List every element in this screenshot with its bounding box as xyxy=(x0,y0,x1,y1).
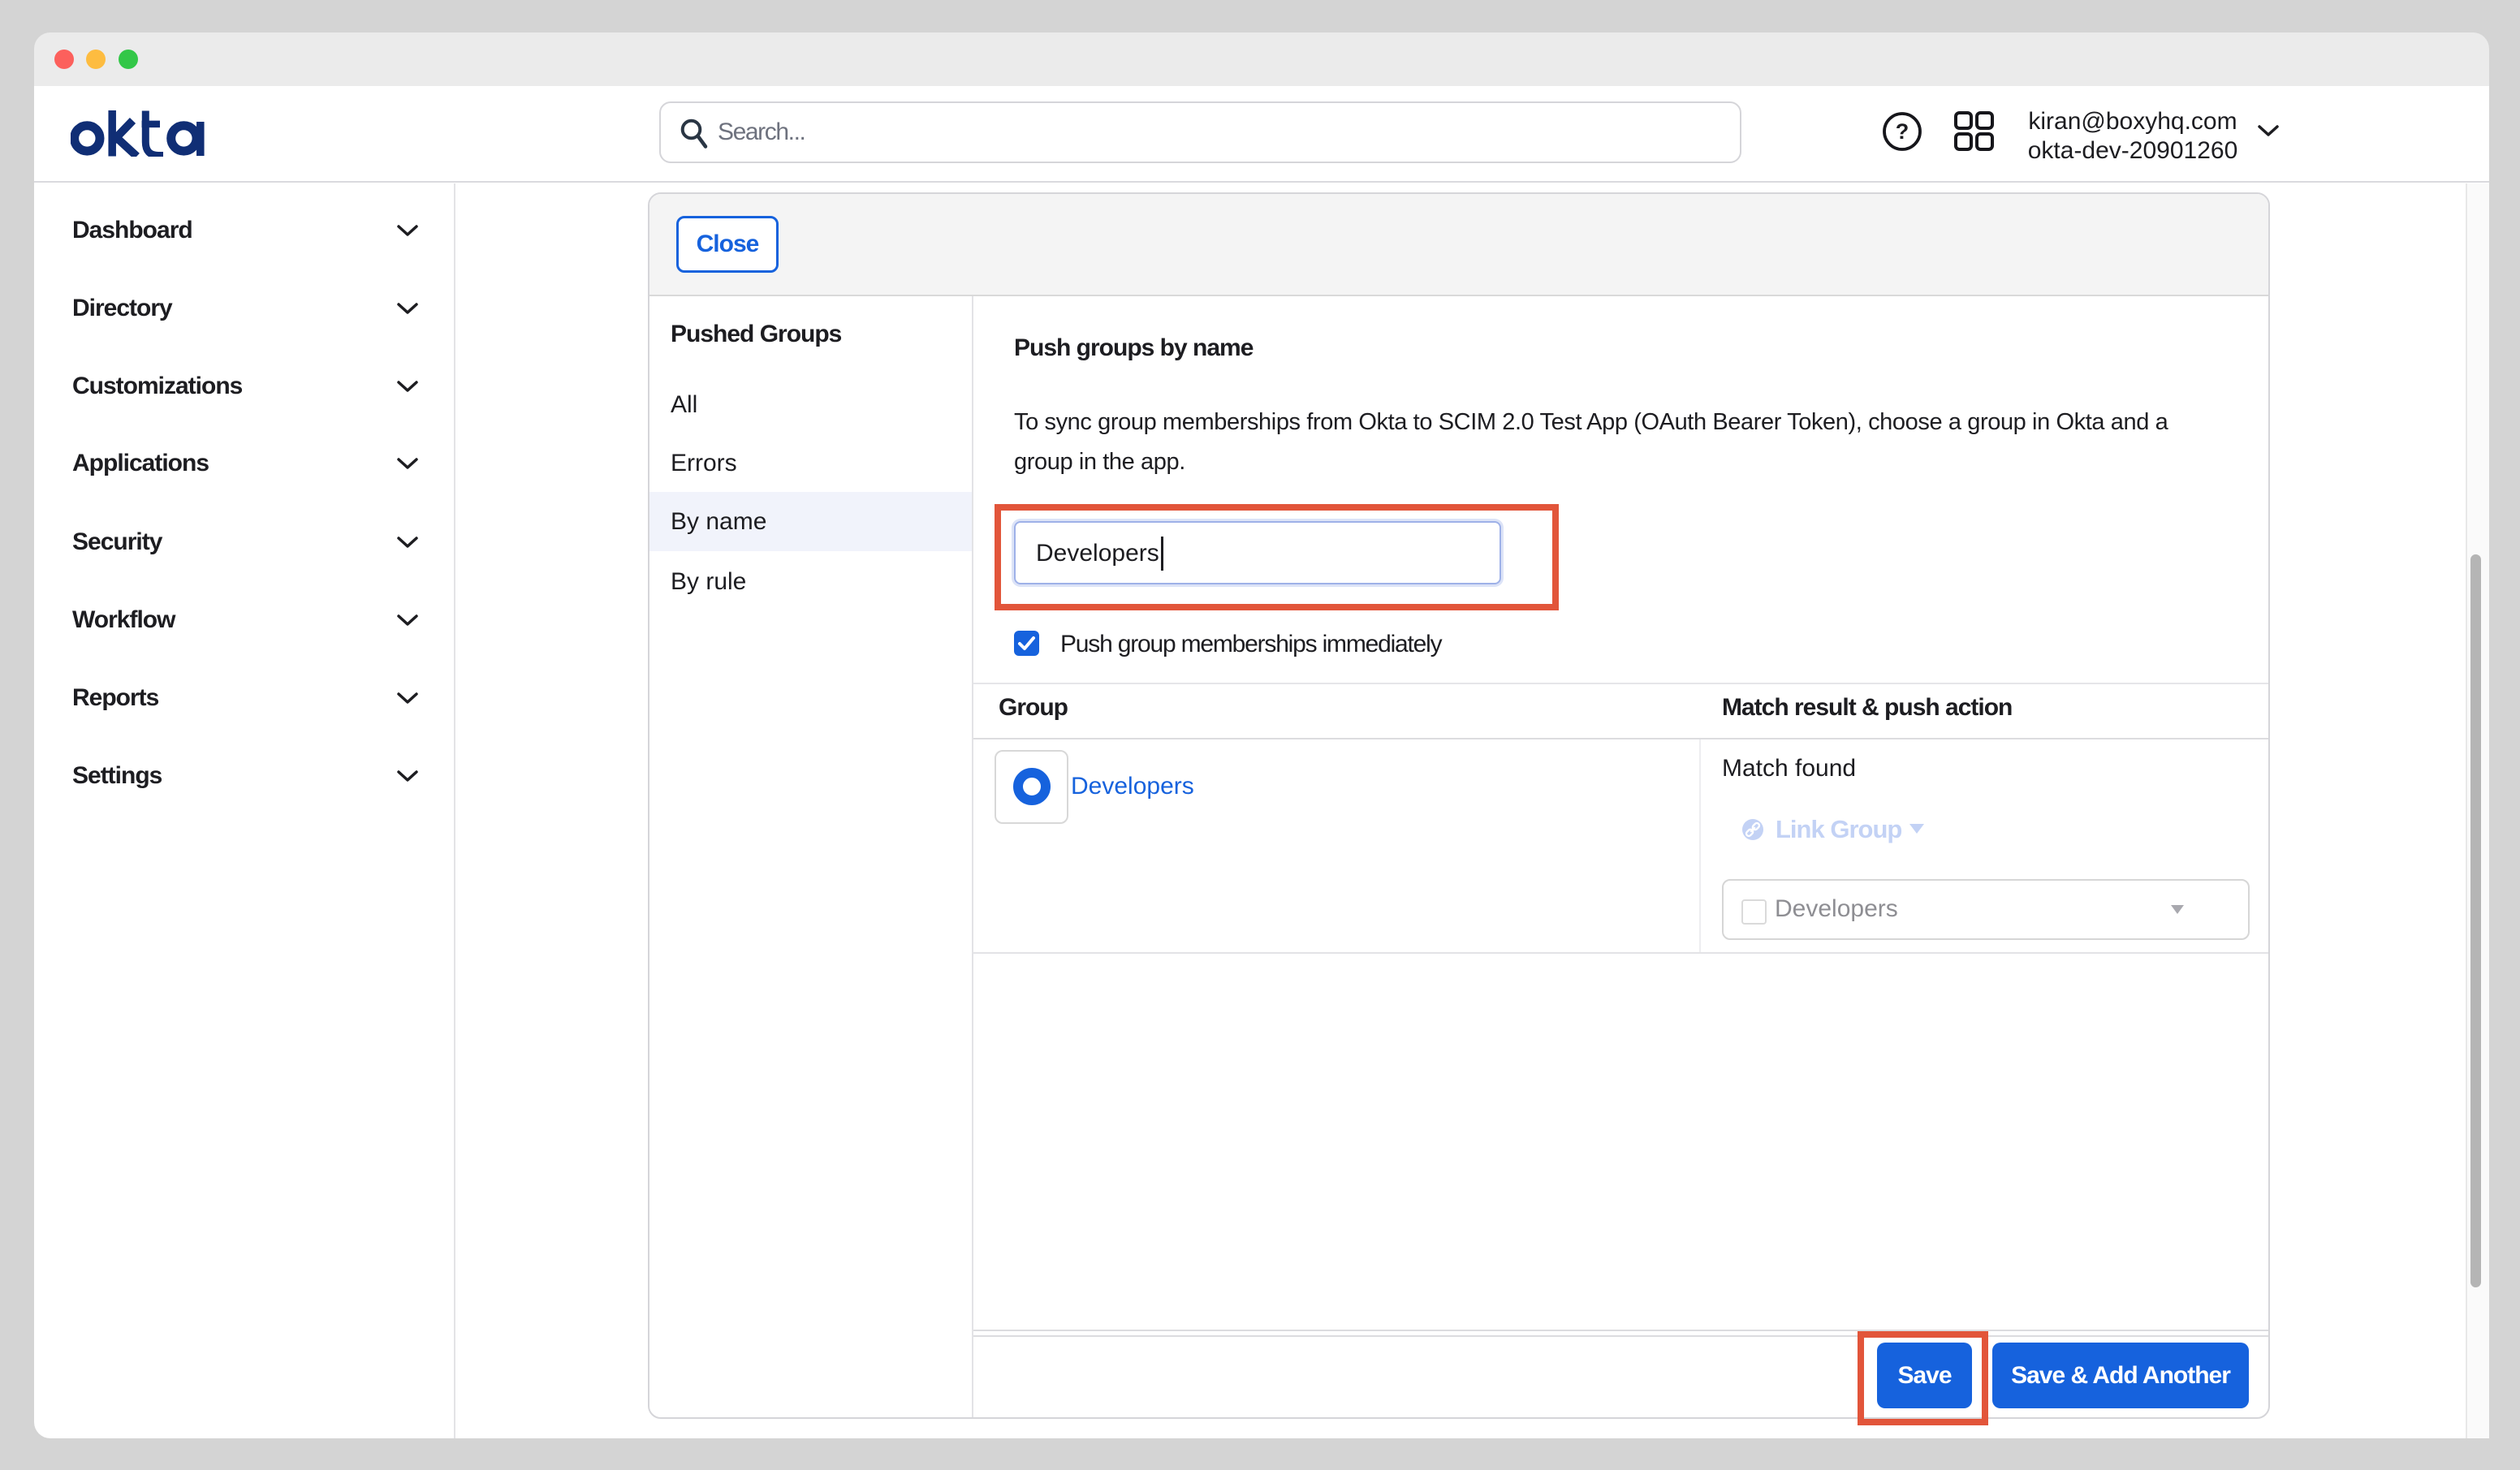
svg-text:?: ? xyxy=(1896,119,1909,144)
